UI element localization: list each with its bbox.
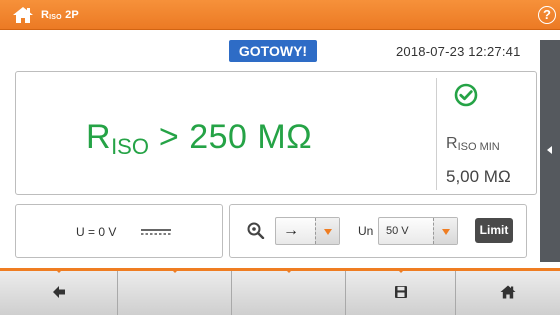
- screen-title: RISO 2P: [41, 9, 79, 21]
- check-ok-icon: [454, 83, 478, 107]
- nav-empty-button-2[interactable]: [232, 268, 346, 315]
- direction-select[interactable]: →: [275, 217, 340, 245]
- nav-back-button[interactable]: [0, 268, 118, 315]
- chevron-left-icon: [547, 146, 552, 154]
- nav-notch: [54, 268, 64, 273]
- meter-screen: RISO 2P ? GOTOWY! 2018-07-23 12:27:41 RI…: [0, 0, 560, 315]
- help-button[interactable]: ?: [538, 6, 556, 24]
- settings-panel: → Un 50 V Limit: [229, 204, 527, 258]
- voltage-panel: U = 0 V: [15, 204, 223, 258]
- main-result: RISO > 250 MΩ: [86, 118, 313, 159]
- voltage-dropdown-button[interactable]: [433, 218, 457, 244]
- chevron-down-icon: [324, 229, 332, 235]
- riso-min-label: RISO MIN: [446, 135, 500, 153]
- voltage-select-value: 50 V: [386, 225, 409, 237]
- nav-save-button[interactable]: [346, 268, 456, 315]
- panel-divider: [436, 78, 437, 190]
- datetime: 2018-07-23 12:27:41: [396, 44, 521, 59]
- voltage-readout: U = 0 V: [76, 225, 117, 239]
- direction-dropdown-button[interactable]: [315, 218, 339, 244]
- direction-value: →: [283, 222, 299, 239]
- riso-min-value: 5,00 MΩ: [446, 167, 511, 186]
- nav-notch: [396, 268, 406, 273]
- nav-home-button[interactable]: [456, 271, 560, 315]
- status-badge: GOTOWY!: [229, 40, 317, 62]
- limit-button[interactable]: Limit: [475, 218, 513, 243]
- save-icon: [394, 286, 407, 298]
- side-panel-tab[interactable]: [540, 40, 560, 262]
- nav-notch: [284, 268, 294, 273]
- home-icon: [500, 285, 516, 299]
- nav-notch: [170, 268, 180, 273]
- nav-empty-button-1[interactable]: [118, 268, 232, 315]
- bottom-nav: [0, 268, 560, 315]
- dc-symbol-icon: [141, 229, 171, 235]
- home-icon[interactable]: [12, 6, 34, 24]
- top-bar: RISO 2P ?: [0, 0, 560, 30]
- un-label: Un: [358, 224, 374, 238]
- chevron-down-icon: [442, 229, 450, 235]
- voltage-select[interactable]: 50 V: [378, 217, 458, 245]
- back-arrow-icon: [52, 286, 65, 298]
- result-panel: RISO > 250 MΩ RISO MIN 5,00 MΩ: [15, 71, 537, 195]
- probe-icon: [247, 222, 265, 239]
